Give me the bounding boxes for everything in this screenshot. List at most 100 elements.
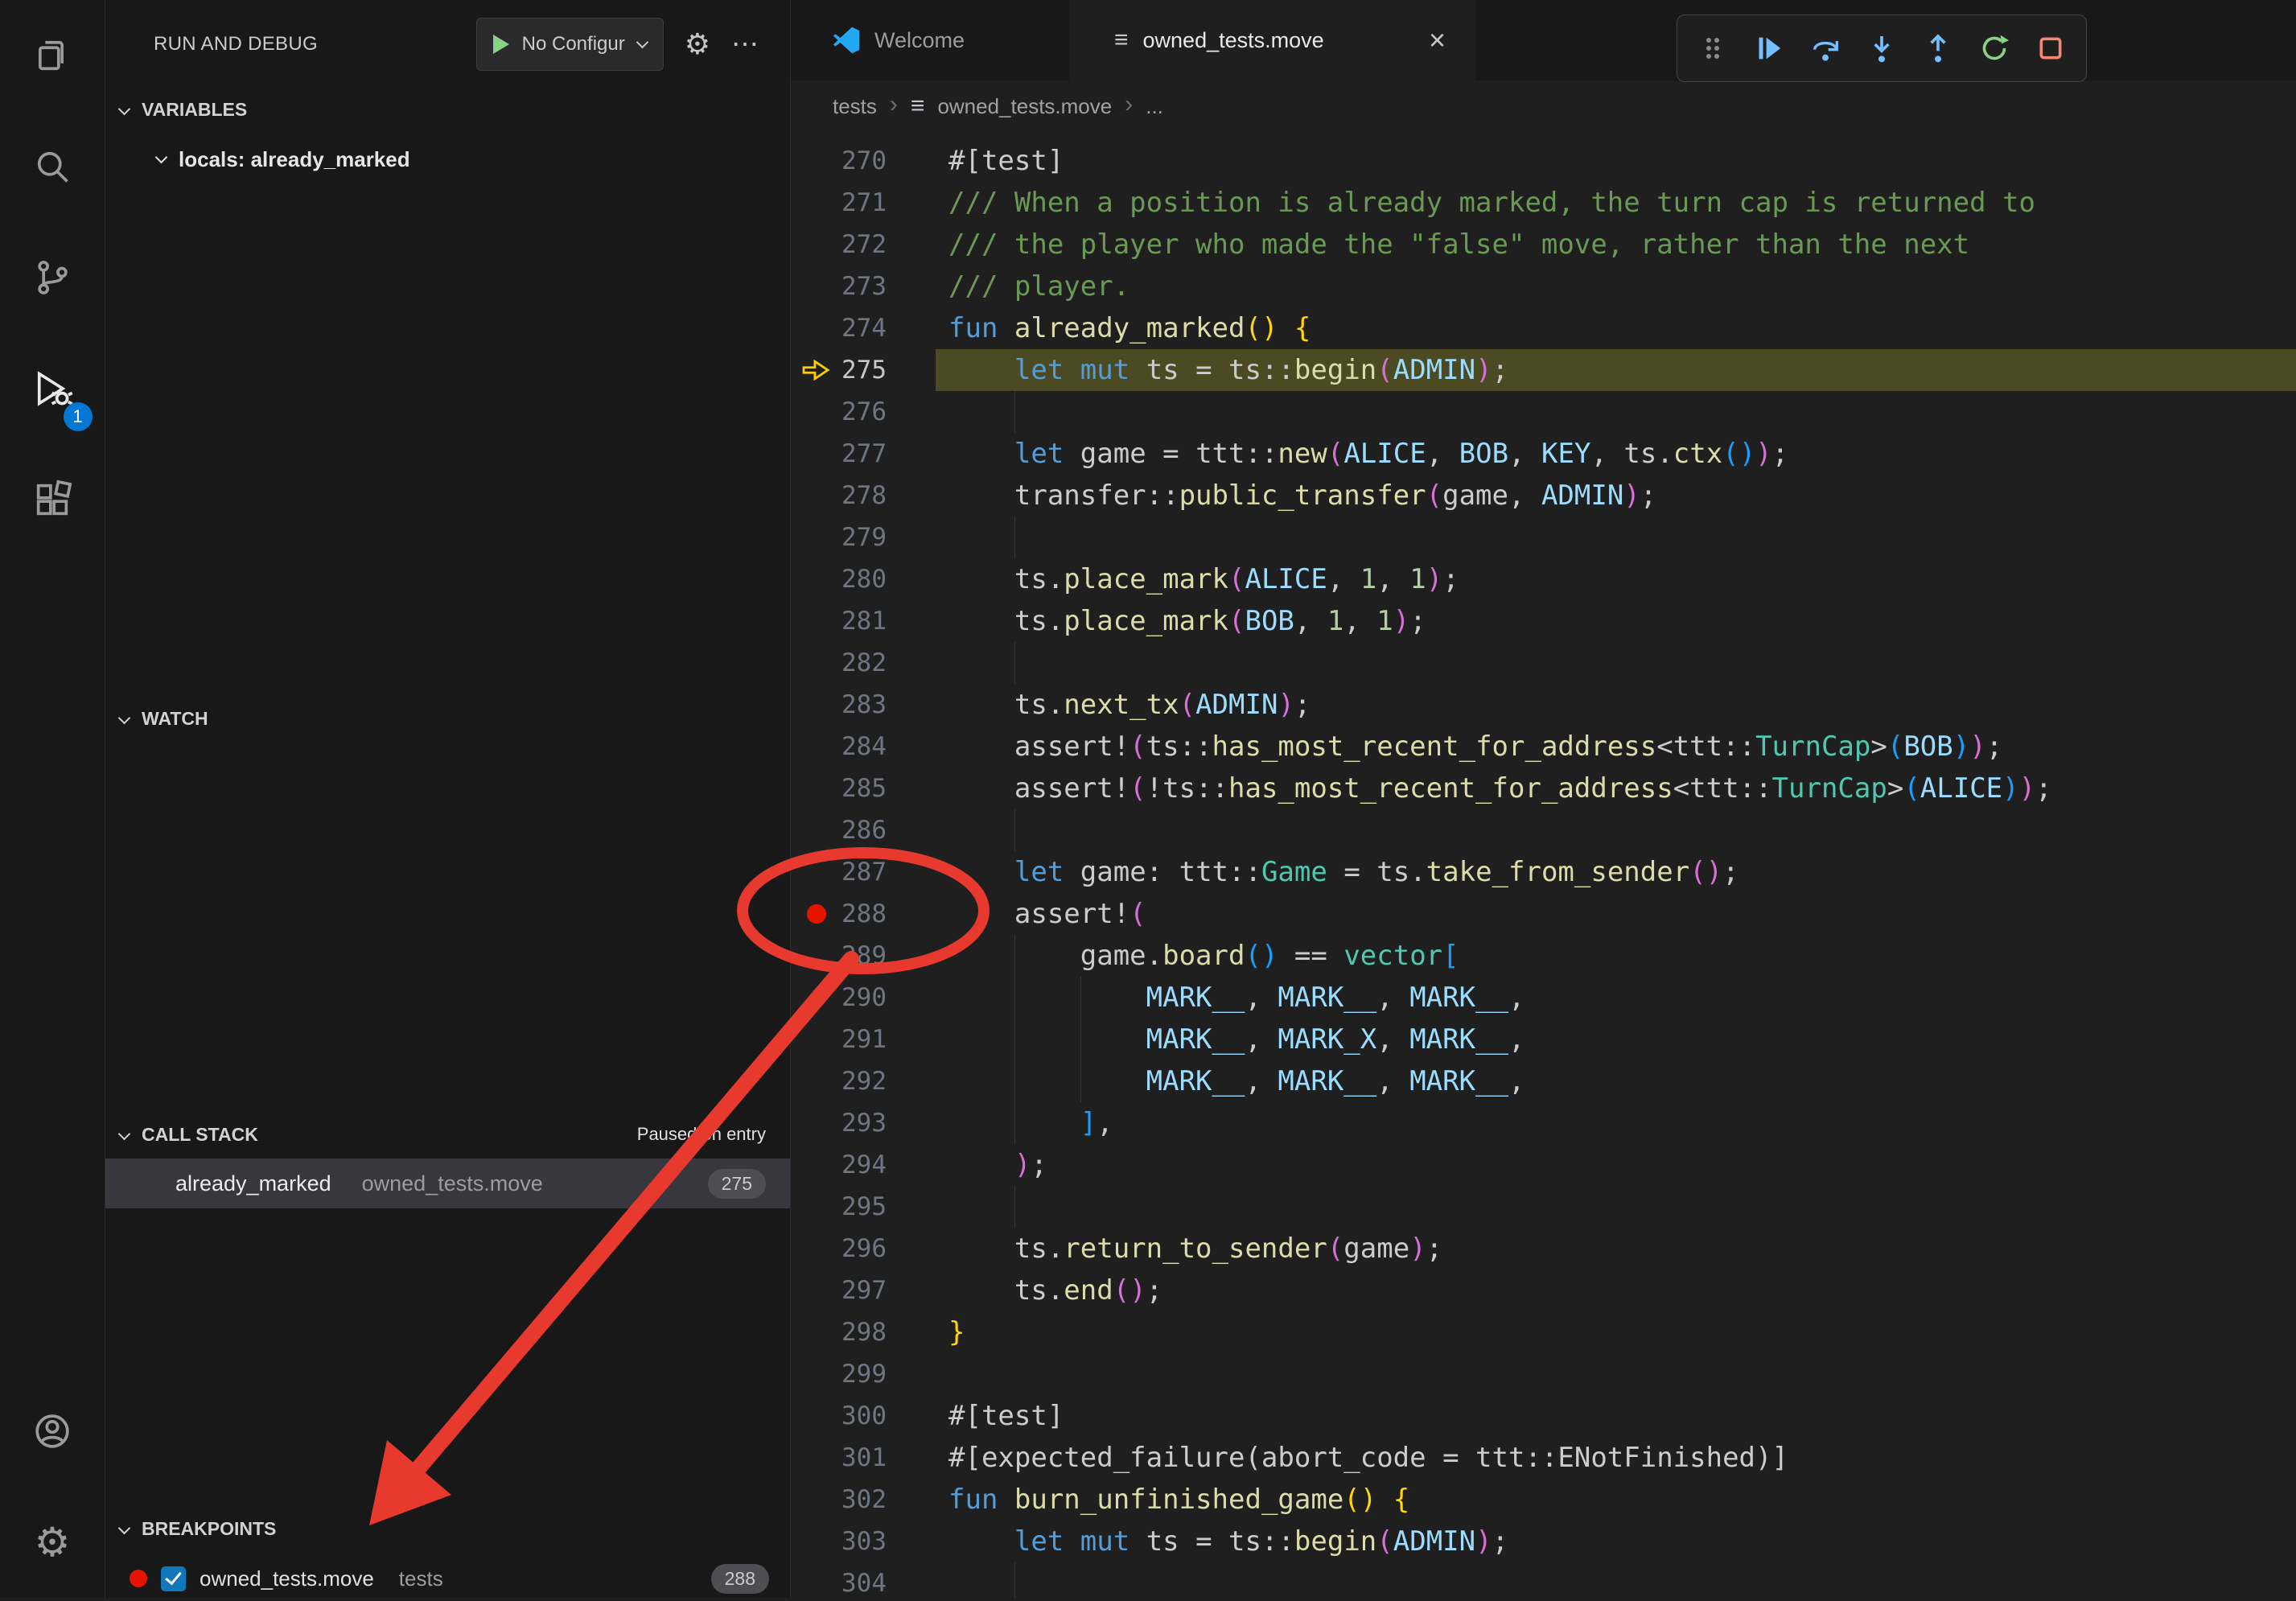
gutter[interactable]: 303 (791, 1521, 936, 1562)
code-text[interactable] (936, 1562, 2296, 1598)
code-line[interactable]: 288 assert!( (791, 893, 2296, 935)
code-line[interactable]: 297 ts.end(); (791, 1270, 2296, 1311)
variables-scope-row[interactable]: locals: already_marked (105, 138, 790, 180)
code-line[interactable]: 274fun already_marked() { (791, 307, 2296, 349)
code-line[interactable]: 271/// When a position is already marked… (791, 182, 2296, 224)
breadcrumb-file[interactable]: owned_tests.move (937, 94, 1112, 119)
code-line[interactable]: 303 let mut ts = ts::begin(ADMIN); (791, 1521, 2296, 1562)
gutter[interactable]: 295 (791, 1186, 936, 1228)
settings-button[interactable]: ⚙ (0, 1487, 105, 1598)
code-text[interactable]: ts.next_tx(ADMIN); (936, 684, 2296, 726)
gutter[interactable]: 275 (791, 349, 936, 391)
code-line[interactable]: 270#[test] (791, 140, 2296, 182)
gutter[interactable]: 300 (791, 1395, 936, 1437)
gutter[interactable]: 278 (791, 475, 936, 517)
sidebar-item-run-and-debug[interactable]: 1 (0, 333, 105, 444)
code-line[interactable]: 299 (791, 1353, 2296, 1395)
gutter[interactable]: 290 (791, 977, 936, 1019)
gutter[interactable]: 280 (791, 558, 936, 600)
sidebar-item-source-control[interactable] (0, 222, 105, 333)
gutter[interactable]: 282 (791, 642, 936, 684)
code-text[interactable]: assert!( (936, 893, 2296, 935)
code-line[interactable]: 279 (791, 517, 2296, 558)
gutter[interactable]: 276 (791, 391, 936, 433)
gutter[interactable]: 273 (791, 265, 936, 307)
code-line[interactable]: 287 let game: ttt::Game = ts.take_from_s… (791, 851, 2296, 893)
gutter[interactable]: 274 (791, 307, 936, 349)
code-text[interactable] (936, 809, 2296, 851)
tab-welcome[interactable]: Welcome (791, 0, 1069, 80)
step-over-button[interactable] (1809, 32, 1841, 64)
code-line[interactable]: 278 transfer::public_transfer(game, ADMI… (791, 475, 2296, 517)
code-text[interactable]: fun burn_unfinished_game() { (936, 1479, 2296, 1521)
code-text[interactable]: MARK__, MARK_X, MARK__, (936, 1019, 2296, 1060)
close-icon[interactable]: × (1429, 26, 1446, 55)
start-debug-icon[interactable] (493, 35, 509, 54)
code-line[interactable]: 301#[expected_failure(abort_code = ttt::… (791, 1437, 2296, 1479)
code-text[interactable]: ); (936, 1144, 2296, 1186)
code-line[interactable]: 280 ts.place_mark(ALICE, 1, 1); (791, 558, 2296, 600)
gutter[interactable]: 272 (791, 224, 936, 265)
gutter[interactable]: 299 (791, 1353, 936, 1395)
code-text[interactable]: } (936, 1311, 2296, 1353)
code-text[interactable]: MARK__, MARK__, MARK__, (936, 977, 2296, 1019)
code-line[interactable]: 284 assert!(ts::has_most_recent_for_addr… (791, 726, 2296, 768)
account-button[interactable] (0, 1376, 105, 1487)
code-text[interactable]: #[test] (936, 1395, 2296, 1437)
editor-code-area[interactable]: 270#[test]271/// When a position is alre… (791, 132, 2296, 1598)
code-line[interactable]: 285 assert!(!ts::has_most_recent_for_add… (791, 768, 2296, 809)
code-line[interactable]: 272/// the player who made the "false" m… (791, 224, 2296, 265)
code-line[interactable]: 275 let mut ts = ts::begin(ADMIN); (791, 349, 2296, 391)
gutter[interactable]: 296 (791, 1228, 936, 1270)
sidebar-item-explorer[interactable] (0, 0, 105, 111)
code-text[interactable]: /// the player who made the "false" move… (936, 224, 2296, 265)
code-text[interactable]: let mut ts = ts::begin(ADMIN); (936, 1521, 2296, 1562)
gutter[interactable]: 298 (791, 1311, 936, 1353)
code-text[interactable]: let mut ts = ts::begin(ADMIN); (936, 349, 2296, 391)
code-line[interactable]: 295 (791, 1186, 2296, 1228)
code-line[interactable]: 291 MARK__, MARK_X, MARK__, (791, 1019, 2296, 1060)
sidebar-item-extensions[interactable] (0, 444, 105, 555)
code-line[interactable]: 282 (791, 642, 2296, 684)
call-stack-section-header[interactable]: CALL STACK Paused on entry (105, 1113, 790, 1155)
code-line[interactable]: 304 (791, 1562, 2296, 1598)
gutter[interactable]: 302 (791, 1479, 936, 1521)
code-text[interactable]: /// When a position is already marked, t… (936, 182, 2296, 224)
breadcrumb-more[interactable]: ... (1146, 94, 1163, 119)
code-text[interactable]: assert!(!ts::has_most_recent_for_address… (936, 768, 2296, 809)
gutter[interactable]: 279 (791, 517, 936, 558)
breakpoint-list-item[interactable]: owned_tests.move tests 288 (105, 1556, 790, 1601)
code-line[interactable]: 276 (791, 391, 2296, 433)
gutter[interactable]: 293 (791, 1102, 936, 1144)
code-line[interactable]: 273/// player. (791, 265, 2296, 307)
gutter[interactable]: 277 (791, 433, 936, 475)
breakpoints-section-header[interactable]: BREAKPOINTS (105, 1509, 790, 1548)
code-text[interactable]: #[test] (936, 140, 2296, 182)
code-line[interactable]: 292 MARK__, MARK__, MARK__, (791, 1060, 2296, 1102)
gutter[interactable]: 270 (791, 140, 936, 182)
code-text[interactable] (936, 517, 2296, 558)
code-line[interactable]: 281 ts.place_mark(BOB, 1, 1); (791, 600, 2296, 642)
call-stack-frame-row[interactable]: already_marked owned_tests.move 275 (105, 1159, 790, 1208)
gutter[interactable]: 281 (791, 600, 936, 642)
code-line[interactable]: 289 game.board() == vector[ (791, 935, 2296, 977)
code-line[interactable]: 302fun burn_unfinished_game() { (791, 1479, 2296, 1521)
gutter[interactable]: 271 (791, 182, 936, 224)
gutter[interactable]: 287 (791, 851, 936, 893)
code-text[interactable] (936, 1186, 2296, 1228)
sidebar-item-search[interactable] (0, 111, 105, 222)
code-text[interactable]: ts.place_mark(ALICE, 1, 1); (936, 558, 2296, 600)
code-text[interactable]: transfer::public_transfer(game, ADMIN); (936, 475, 2296, 517)
gutter[interactable]: 284 (791, 726, 936, 768)
gutter[interactable]: 286 (791, 809, 936, 851)
gutter[interactable]: 297 (791, 1270, 936, 1311)
code-text[interactable]: assert!(ts::has_most_recent_for_address<… (936, 726, 2296, 768)
code-line[interactable]: 300#[test] (791, 1395, 2296, 1437)
debug-configuration-dropdown[interactable]: No Configur (476, 18, 664, 71)
breadcrumb-folder[interactable]: tests (833, 94, 877, 119)
code-text[interactable]: ts.return_to_sender(game); (936, 1228, 2296, 1270)
gutter[interactable]: 301 (791, 1437, 936, 1479)
more-actions-icon[interactable]: ⋯ (731, 28, 761, 60)
code-text[interactable]: ], (936, 1102, 2296, 1144)
code-text[interactable]: MARK__, MARK__, MARK__, (936, 1060, 2296, 1102)
